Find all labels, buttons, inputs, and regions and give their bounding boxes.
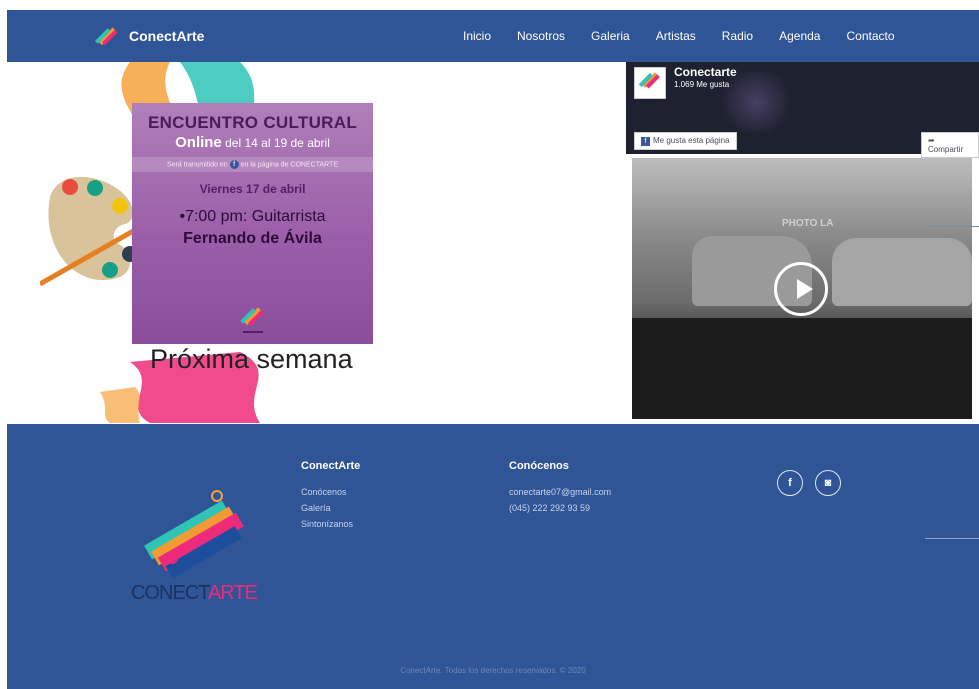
facebook-page-name[interactable]: Conectarte	[674, 65, 737, 79]
facebook-like-button[interactable]: f Me gusta esta página	[634, 132, 737, 150]
poster-logo-icon	[240, 307, 264, 333]
facebook-icon: f	[229, 160, 239, 169]
social-links: f ◙	[777, 470, 841, 496]
poster-dates: Online del 14 al 19 de abril	[175, 134, 330, 151]
poster-day: Viernes 17 de abril	[199, 182, 306, 196]
next-week-heading: Próxima semana	[150, 344, 353, 374]
footer-link-sintonizanos[interactable]: Sintonízanos	[301, 516, 360, 532]
facebook-share-button[interactable]: ➦ Compartir	[921, 132, 979, 158]
poster-title: ENCUENTRO CULTURAL	[147, 113, 358, 132]
poster-time: •7:00 pm: Guitarrista	[179, 208, 326, 225]
main-menu: Inicio Nosotros Galeria Artistas Radio A…	[463, 10, 895, 62]
event-poster[interactable]: ENCUENTRO CULTURAL Online del 14 al 19 d…	[132, 103, 373, 344]
site-footer: CONECTARTE ConectArte Conócenos Galería …	[7, 424, 979, 689]
footer-heading: Conócenos	[509, 460, 569, 472]
footer-link-galeria[interactable]: Galería	[301, 500, 360, 516]
nav-item-artistas[interactable]: Artistas	[656, 29, 696, 43]
main-content: ENCUENTRO CULTURAL Online del 14 al 19 d…	[0, 62, 979, 423]
footer-logo-text: CONECTARTE	[131, 582, 258, 604]
video-frame-sign: PHOTO LA	[782, 218, 834, 229]
footer-phone: (045) 222 292 93 59	[509, 503, 591, 513]
footer-column-conectarte: ConectArte Conócenos Galería Sintonízano…	[301, 460, 360, 532]
facebook-page-widget[interactable]: Conectarte 1.069 Me gusta f Me gusta esta…	[626, 62, 979, 158]
video-player[interactable]: PHOTO LA	[632, 158, 972, 419]
facebook-page-avatar[interactable]	[634, 67, 666, 99]
instagram-icon[interactable]: ◙	[815, 470, 841, 496]
facebook-icon[interactable]: f	[777, 470, 803, 496]
facebook-likes-count: 1.069 Me gusta	[674, 80, 730, 89]
footer-link-conocenos[interactable]: Conócenos	[301, 484, 360, 500]
nav-item-radio[interactable]: Radio	[722, 29, 753, 43]
copyright-text: ConectArte. Todos los derechos reservado…	[400, 666, 586, 675]
footer-heading: ConectArte	[301, 460, 361, 472]
conectarte-logo-icon	[95, 27, 118, 46]
poster-artist: Fernando de Ávila	[183, 230, 322, 247]
play-icon[interactable]	[774, 262, 828, 316]
nav-item-nosotros[interactable]: Nosotros	[517, 29, 565, 43]
share-icon: ➦	[928, 136, 935, 145]
footer-column-contact: Conócenos conectarte07@gmail.com (045) 2…	[509, 460, 611, 516]
nav-item-contacto[interactable]: Contacto	[846, 29, 894, 43]
nav-item-inicio[interactable]: Inicio	[463, 29, 491, 43]
nav-item-agenda[interactable]: Agenda	[779, 29, 820, 43]
footer-email[interactable]: conectarte07@gmail.com	[509, 484, 611, 500]
brand-link[interactable]: ConectArte	[95, 23, 204, 49]
footer-logo-icon	[144, 490, 244, 579]
poster-broadcast-note: Será transmitido en f en la página de CO…	[132, 157, 373, 172]
nav-item-galeria[interactable]: Galeria	[591, 29, 630, 43]
facebook-icon: f	[641, 137, 650, 146]
brand-name: ConectArte	[129, 28, 205, 44]
top-navbar: ConectArte Inicio Nosotros Galeria Artis…	[7, 10, 979, 62]
